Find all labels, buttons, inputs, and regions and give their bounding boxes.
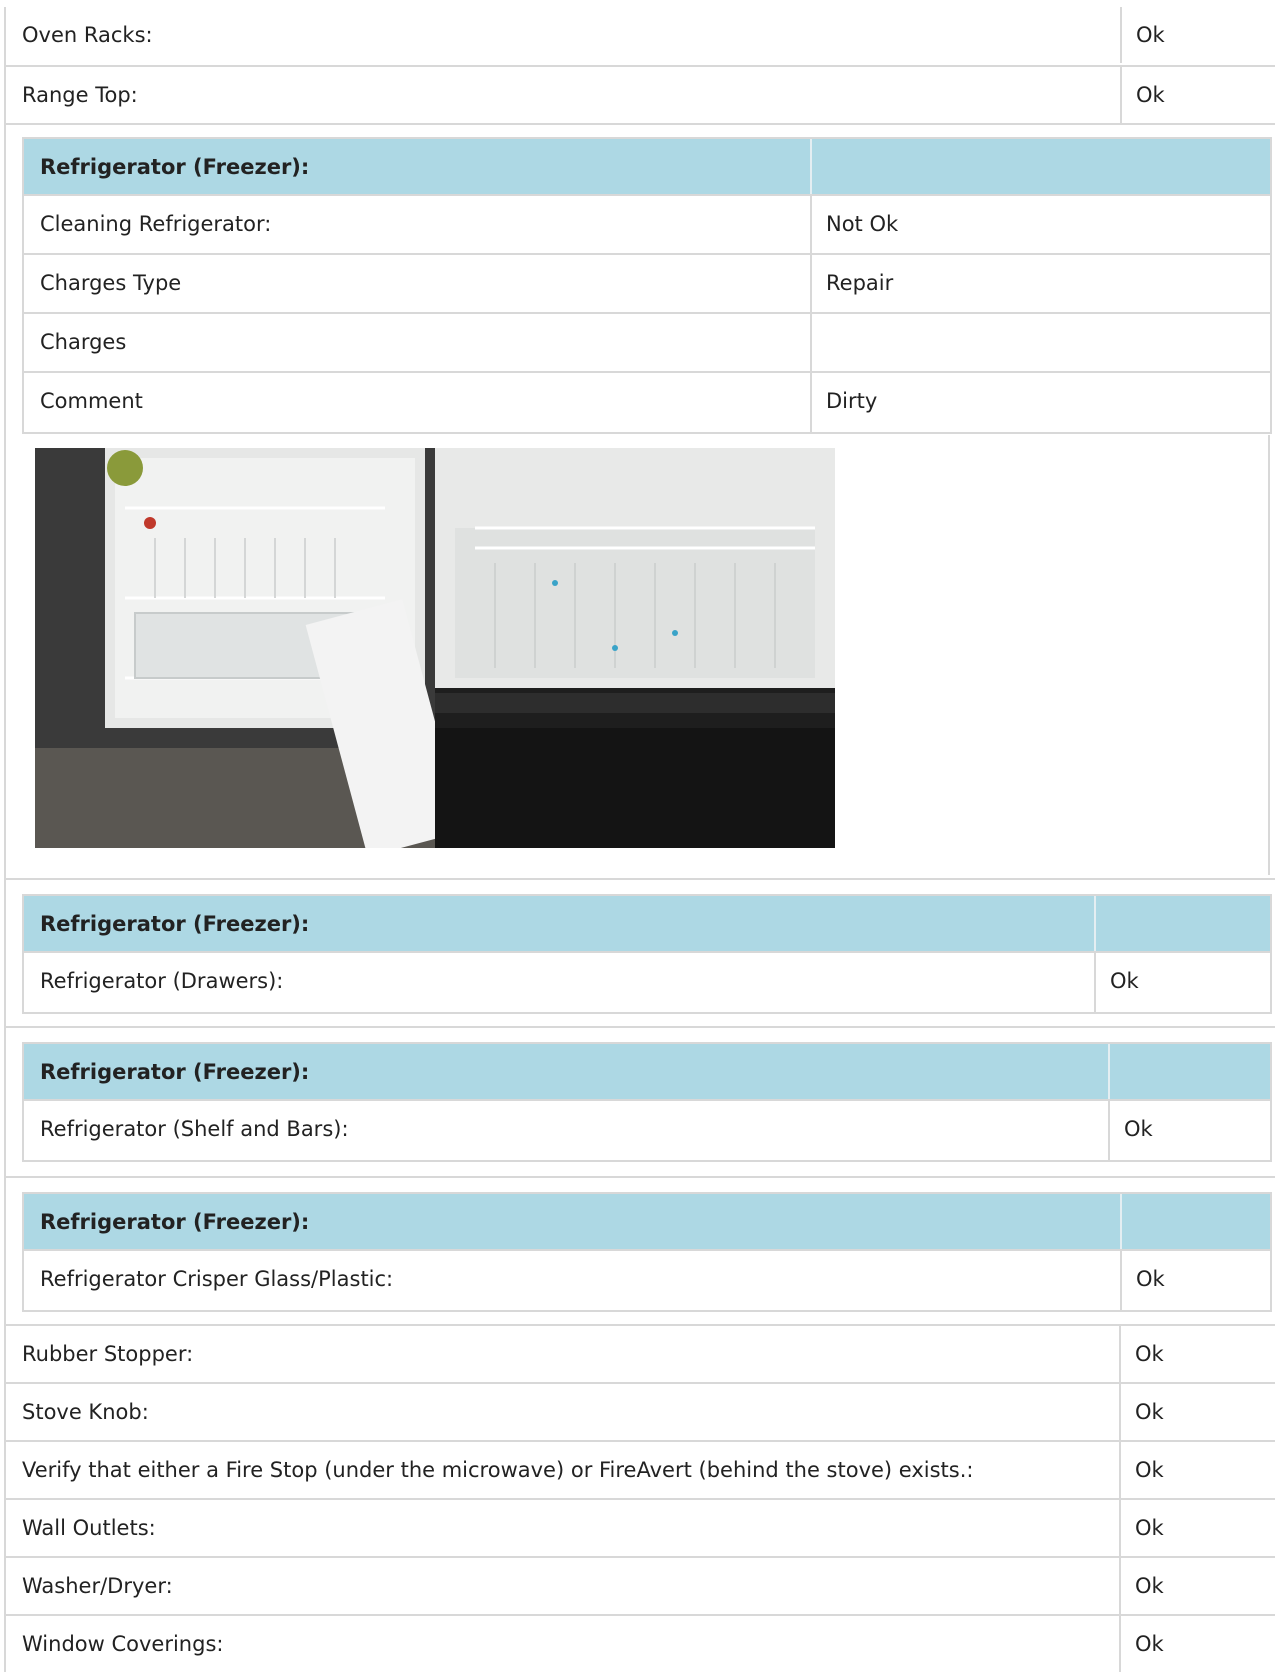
row-label: Stove Knob: [22,1400,149,1424]
row-label: Refrigerator (Drawers): [40,969,284,993]
row-value: Ok [1120,7,1280,63]
row-label: Rubber Stopper: [22,1342,194,1366]
group-title: Refrigerator (Freezer): [40,1060,310,1084]
table-row: Wall Outlets: Ok [4,1498,1275,1556]
group-table: Refrigerator (Freezer): Refrigerator Cri… [22,1192,1272,1312]
group-title: Refrigerator (Freezer): [40,1210,310,1234]
table-row: Charges Type Repair [24,255,1270,314]
row-value: Ok [1120,1251,1165,1310]
refrigerator-photo[interactable] [35,448,435,848]
freezer-photo[interactable] [435,448,835,848]
group-table: Refrigerator (Freezer): Refrigerator (Dr… [22,894,1272,1014]
table-row: Oven Racks: Ok [4,7,1275,65]
row-label: Refrigerator Crisper Glass/Plastic: [40,1267,394,1291]
table-row: Washer/Dryer: Ok [4,1556,1275,1614]
refrigerator-freezer-group: Refrigerator (Freezer): Refrigerator Cri… [4,1176,1275,1324]
group-table: Refrigerator (Freezer): Cleaning Refrige… [22,137,1272,434]
row-value: Not Ok [810,196,898,253]
table-row: Stove Knob: Ok [4,1382,1275,1440]
group-header: Refrigerator (Freezer): [24,139,1270,196]
row-value: Ok [1094,953,1139,1012]
row-value: Ok [1119,1558,1279,1614]
row-value: Ok [1119,1442,1279,1498]
row-value: Repair [810,255,893,312]
row-label: Cleaning Refrigerator: [40,212,272,236]
row-value: Ok [1120,67,1280,123]
table-row: Refrigerator (Drawers): Ok [24,953,1270,1012]
row-label: Refrigerator (Shelf and Bars): [40,1117,349,1141]
group-header: Refrigerator (Freezer): [24,896,1270,953]
table-row: Refrigerator (Shelf and Bars): Ok [24,1101,1270,1160]
row-value: Ok [1119,1500,1279,1556]
table-row: Cleaning Refrigerator: Not Ok [24,196,1270,255]
table-row: Range Top: Ok [4,65,1275,123]
row-label: Verify that either a Fire Stop (under th… [22,1458,974,1482]
group-title: Refrigerator (Freezer): [40,912,310,936]
row-value: Dirty [810,373,877,432]
refrigerator-freezer-group: Refrigerator (Freezer): Refrigerator (Sh… [4,1026,1275,1176]
table-row: Rubber Stopper: Ok [4,1324,1275,1382]
row-label: Comment [40,389,143,413]
row-label: Wall Outlets: [22,1516,156,1540]
group-header: Refrigerator (Freezer): [24,1194,1270,1251]
row-value: Ok [1119,1326,1279,1382]
group-title: Refrigerator (Freezer): [40,155,310,179]
row-value: Ok [1119,1384,1279,1440]
row-label: Oven Racks: [22,23,153,47]
row-label: Window Coverings: [22,1632,224,1656]
row-label: Washer/Dryer: [22,1574,173,1598]
group-table: Refrigerator (Freezer): Refrigerator (Sh… [22,1042,1272,1162]
group-header: Refrigerator (Freezer): [24,1044,1270,1101]
table-row: Window Coverings: Ok [4,1614,1275,1672]
refrigerator-freezer-group: Refrigerator (Freezer): Refrigerator (Dr… [4,878,1275,1026]
table-row: Charges [24,314,1270,373]
row-value: Ok [1119,1616,1279,1672]
row-label: Charges Type [40,271,182,295]
row-value: Ok [1108,1101,1153,1160]
inspection-photos [35,448,835,848]
row-value [810,314,826,371]
row-label: Range Top: [22,83,138,107]
table-row: Comment Dirty [24,373,1270,432]
row-label: Charges [40,330,127,354]
table-row: Refrigerator Crisper Glass/Plastic: Ok [24,1251,1270,1310]
table-row: Verify that either a Fire Stop (under th… [4,1440,1275,1498]
